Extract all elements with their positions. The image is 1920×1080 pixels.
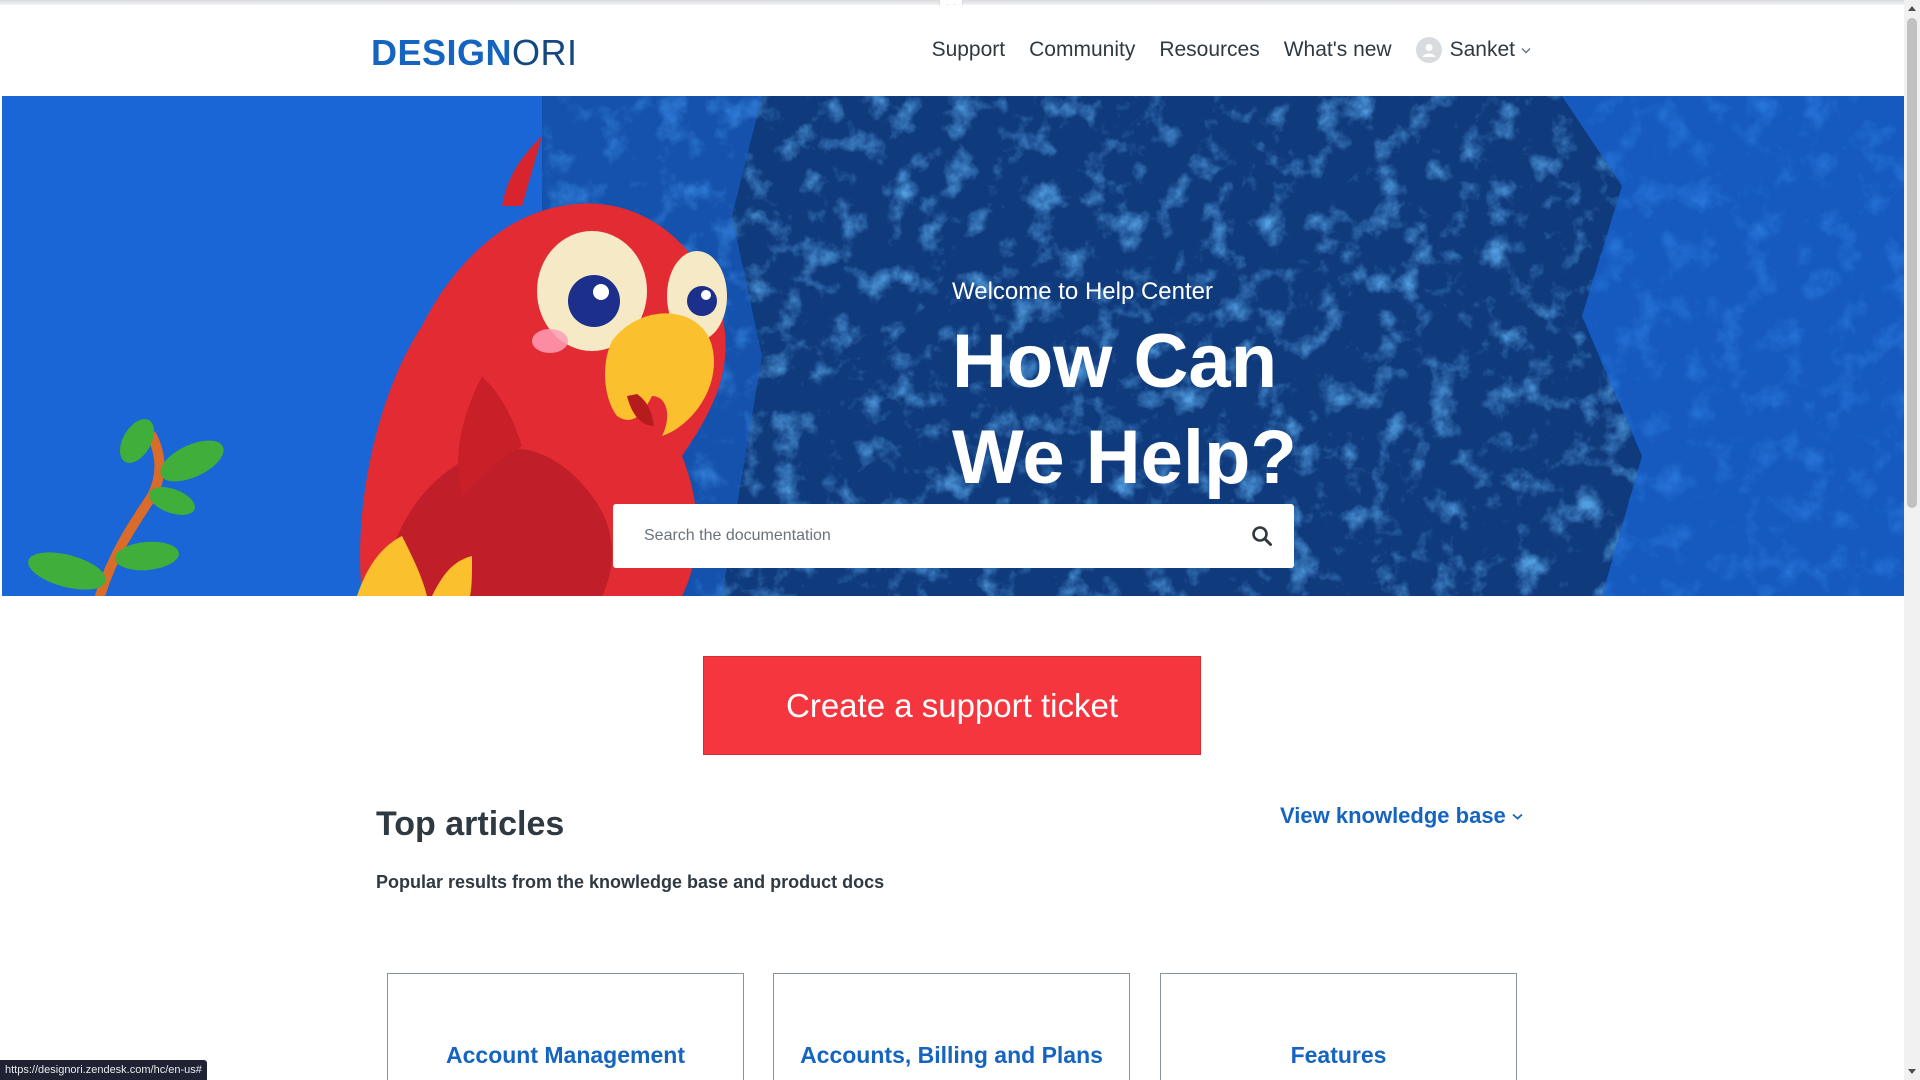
search-input[interactable]: [642, 516, 1222, 556]
view-knowledge-base-link[interactable]: View knowledge base: [1280, 803, 1523, 829]
search-box: [613, 504, 1294, 568]
view-knowledge-base-label: View knowledge base: [1280, 803, 1506, 828]
category-card-title: Features: [1290, 1042, 1387, 1068]
user-name: Sanket: [1449, 38, 1515, 61]
section-title: Top articles: [376, 805, 565, 843]
scrollbar-thumb[interactable]: [1907, 18, 1917, 508]
create-ticket-button[interactable]: Create a support ticket: [703, 656, 1201, 755]
section-subtitle: Popular results from the knowledge base …: [376, 872, 885, 892]
logo-part-design: DESIGN: [371, 32, 513, 73]
scroll-down-icon[interactable]: [1908, 1067, 1916, 1075]
nav-whats-new[interactable]: What's new: [1284, 38, 1392, 62]
nav-support[interactable]: Support: [932, 38, 1006, 62]
logo-part-ori: ORI: [512, 32, 578, 73]
category-card[interactable]: Accounts, Billing and Plans: [773, 973, 1130, 1080]
nav-resources[interactable]: Resources: [1159, 38, 1259, 62]
status-bar-url: https://designori.zendesk.com/hc/en-us#: [0, 1060, 207, 1080]
user-avatar-icon: [1415, 37, 1442, 63]
page: DESIGNORI Support Community Resources Wh…: [0, 0, 1920, 1080]
site-header: DESIGNORI Support Community Resources Wh…: [0, 5, 1904, 96]
hero-welcome-text: Welcome to Help Center: [952, 278, 1213, 305]
nav-community[interactable]: Community: [1029, 38, 1135, 62]
user-menu[interactable]: Sanket: [1415, 37, 1531, 63]
search-icon[interactable]: [1250, 524, 1274, 548]
category-card[interactable]: Account Management: [387, 973, 744, 1080]
hero-banner: Welcome to Help Center How Can We Help?: [2, 96, 1904, 596]
hero-title: How Can We Help?: [952, 314, 1452, 506]
vertical-scrollbar[interactable]: [1904, 0, 1920, 1080]
logo[interactable]: DESIGNORI: [371, 32, 578, 74]
chevron-down-icon: [1512, 813, 1523, 820]
hero-title-line-1: How Can: [952, 319, 1278, 404]
main-nav: Support Community Resources What's new S…: [908, 37, 1531, 63]
category-card[interactable]: Features: [1160, 973, 1517, 1080]
chevron-down-icon: [1521, 47, 1531, 53]
category-card-title: Accounts, Billing and Plans: [800, 1042, 1103, 1068]
scroll-up-icon[interactable]: [1908, 5, 1916, 13]
hero-title-line-2: We Help?: [952, 415, 1297, 500]
category-card-title: Account Management: [446, 1042, 685, 1068]
